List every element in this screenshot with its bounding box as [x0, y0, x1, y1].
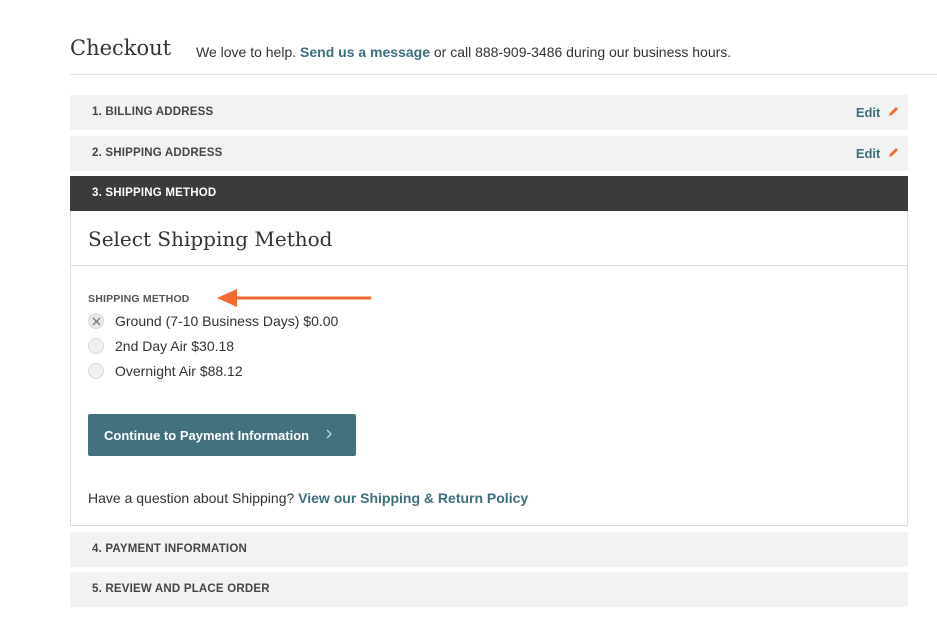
- question-prefix: Have a question about Shipping?: [88, 490, 295, 506]
- page-title: Checkout: [70, 36, 172, 60]
- panel-divider: [71, 265, 907, 266]
- edit-billing-link[interactable]: Edit: [856, 105, 900, 120]
- step-payment-information: 4. PAYMENT INFORMATION: [70, 532, 908, 567]
- step-label: 3. SHIPPING METHOD: [92, 187, 217, 199]
- checkout-header: Checkout We love to help. Send us a mess…: [70, 34, 937, 75]
- step-shipping-method: 3. SHIPPING METHOD: [70, 176, 908, 211]
- shipping-method-label: SHIPPING METHOD: [88, 293, 190, 305]
- chevron-right-icon: [326, 429, 332, 439]
- shipping-question: Have a question about Shipping? View our…: [88, 490, 528, 506]
- edit-label: Edit: [855, 105, 881, 120]
- option-label: 2nd Day Air $30.18: [115, 338, 235, 354]
- step-review-and-place-order: 5. REVIEW AND PLACE ORDER: [70, 572, 908, 607]
- radio-2nd-day-air[interactable]: [88, 338, 104, 354]
- help-text-suffix: or call 888-909-3486 during our business…: [433, 44, 732, 60]
- step-label: 5. REVIEW AND PLACE ORDER: [92, 583, 270, 595]
- shipping-return-policy-link[interactable]: View our Shipping & Return Policy: [298, 490, 528, 506]
- pencil-icon: [889, 148, 898, 157]
- option-label: Overnight Air $88.12: [115, 363, 243, 379]
- radio-overnight-air[interactable]: [88, 363, 104, 379]
- send-message-link[interactable]: Send us a message: [300, 44, 430, 60]
- step-billing-address[interactable]: 1. BILLING ADDRESS Edit: [70, 95, 908, 130]
- help-text: We love to help. Send us a message or ca…: [196, 44, 731, 60]
- annotation-arrow: [217, 289, 371, 307]
- continue-to-payment-button[interactable]: Continue to Payment Information: [88, 414, 356, 456]
- x-mark-icon: [92, 317, 101, 326]
- step-label: 1. BILLING ADDRESS: [92, 106, 214, 118]
- edit-shipping-address-link[interactable]: Edit: [856, 146, 900, 161]
- pencil-icon: [889, 107, 898, 116]
- panel-title: Select Shipping Method: [88, 227, 333, 251]
- shipping-method-panel: Select Shipping Method SHIPPING METHOD G…: [70, 211, 908, 526]
- edit-label: Edit: [855, 146, 881, 161]
- radio-ground[interactable]: [88, 313, 104, 329]
- step-shipping-address[interactable]: 2. SHIPPING ADDRESS Edit: [70, 136, 908, 171]
- step-label: 4. PAYMENT INFORMATION: [92, 543, 247, 555]
- step-label: 2. SHIPPING ADDRESS: [92, 147, 223, 159]
- continue-button-label: Continue to Payment Information: [104, 428, 310, 443]
- option-label: Ground (7-10 Business Days) $0.00: [115, 313, 339, 329]
- help-text-prefix: We love to help.: [196, 44, 297, 60]
